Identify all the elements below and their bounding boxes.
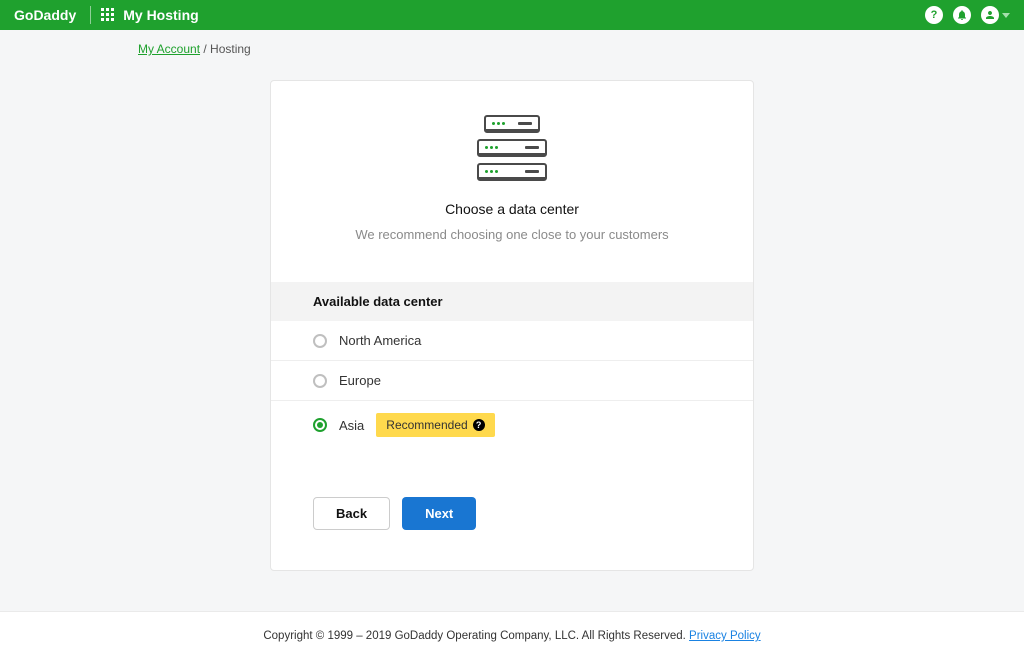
section-header: Available data center <box>271 282 753 321</box>
help-icon[interactable]: ? <box>925 6 943 24</box>
product-title: My Hosting <box>123 7 198 23</box>
recommended-badge: Recommended ? <box>376 413 494 437</box>
chevron-down-icon <box>1002 13 1010 18</box>
apps-grid-icon[interactable] <box>101 8 115 22</box>
back-button[interactable]: Back <box>313 497 390 530</box>
breadcrumb-current: / Hosting <box>200 42 251 56</box>
page-footer: Copyright © 1999 – 2019 GoDaddy Operatin… <box>0 611 1024 660</box>
option-label: North America <box>339 333 421 348</box>
card-subtitle: We recommend choosing one close to your … <box>313 227 711 242</box>
privacy-policy-link[interactable]: Privacy Policy <box>689 630 761 642</box>
card-title: Choose a data center <box>313 201 711 217</box>
badge-text: Recommended <box>386 418 467 432</box>
option-europe[interactable]: Europe <box>271 361 753 401</box>
header-divider <box>90 6 91 24</box>
radio-icon <box>313 374 327 388</box>
user-menu[interactable] <box>981 6 1010 24</box>
top-header: GoDaddy My Hosting ? <box>0 0 1024 30</box>
option-asia[interactable]: Asia Recommended ? <box>271 401 753 449</box>
next-button[interactable]: Next <box>402 497 476 530</box>
tooltip-icon[interactable]: ? <box>473 419 485 431</box>
option-label: Europe <box>339 373 381 388</box>
servers-illustration-icon <box>313 115 711 181</box>
copyright-text: Copyright © 1999 – 2019 GoDaddy Operatin… <box>263 630 689 642</box>
option-north-america[interactable]: North America <box>271 321 753 361</box>
breadcrumb-my-account[interactable]: My Account <box>138 42 200 56</box>
option-label: Asia <box>339 418 364 433</box>
radio-checked-icon <box>313 418 327 432</box>
user-avatar-icon <box>981 6 999 24</box>
breadcrumb: My Account / Hosting <box>0 30 1024 56</box>
radio-icon <box>313 334 327 348</box>
brand-logo[interactable]: GoDaddy <box>14 7 76 23</box>
card-actions: Back Next <box>313 497 711 530</box>
bell-icon[interactable] <box>953 6 971 24</box>
data-center-section: Available data center North America Euro… <box>271 282 753 449</box>
data-center-card: Choose a data center We recommend choosi… <box>270 80 754 571</box>
